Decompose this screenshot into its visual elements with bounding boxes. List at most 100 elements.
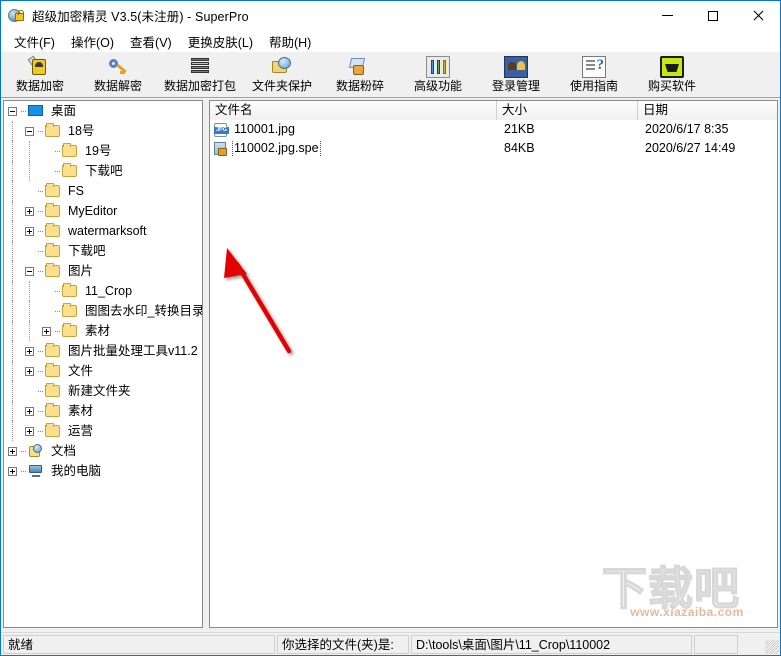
tree-connector [21, 470, 26, 472]
tree-item-1[interactable]: 18号 [4, 121, 202, 141]
folder-icon [45, 423, 61, 438]
tree-guide-line [12, 421, 13, 441]
tree-connector [38, 410, 43, 412]
tree-item-5[interactable]: MyEditor [4, 201, 202, 221]
expand-icon[interactable] [42, 326, 51, 336]
tree-item-14[interactable]: 新建文件夹 [4, 381, 202, 401]
menu-operation[interactable]: 操作(O) [64, 30, 123, 53]
collapse-icon[interactable] [25, 266, 34, 276]
file-size-cell: 21KB [504, 122, 535, 136]
folder-icon [45, 383, 61, 398]
toolbar-button-decrypt[interactable]: 数据解密 [79, 54, 157, 97]
tree-item-17[interactable]: 文档 [4, 441, 202, 461]
minimize-icon [662, 15, 673, 16]
collapse-icon[interactable] [8, 106, 17, 116]
file-list-pane[interactable]: 文件名 大小 日期 110001.jpg 21KB 2020/6/17 8:35… [209, 100, 778, 628]
file-date-cell: 2020/6/27 14:49 [645, 141, 736, 155]
table-row[interactable]: 110001.jpg 21KB 2020/6/17 8:35 [210, 120, 777, 139]
tree-item-label: 素材 [68, 404, 94, 418]
folder-icon [45, 183, 61, 198]
file-name-text: 110002.jpg.spe [232, 140, 321, 157]
tree-guide-line [29, 301, 30, 321]
menu-bar: 文件(F) 操作(O) 查看(V) 更换皮肤(L) 帮助(H) [1, 30, 780, 52]
folder-icon [45, 403, 61, 418]
lock-person-icon [27, 55, 52, 78]
folder-tree[interactable]: 桌面 18号 19号 下载吧 FS MyEditor watermarksoft 下载吧 图片 1… [3, 100, 203, 628]
close-button[interactable] [735, 1, 780, 30]
tree-connector [38, 390, 43, 392]
expand-icon[interactable] [25, 206, 34, 216]
tree-item-2[interactable]: 19号 [4, 141, 202, 161]
tree-item-11[interactable]: 素材 [4, 321, 202, 341]
tree-item-16[interactable]: 运营 [4, 421, 202, 441]
tree-item-7[interactable]: 下载吧 [4, 241, 202, 261]
column-size[interactable]: 大小 [497, 101, 638, 120]
tree-item-label: 桌面 [51, 104, 77, 118]
toolbar-button-encrypt-package[interactable]: 数据加密打包 [157, 54, 243, 97]
tree-guide-line [12, 361, 13, 381]
menu-skin[interactable]: 更换皮肤(L) [181, 30, 262, 53]
expand-icon[interactable] [25, 226, 34, 236]
tree-item-label: watermarksoft [68, 224, 147, 238]
key-icon [106, 56, 130, 78]
tree-guide-line [12, 161, 13, 181]
jpg-file-icon [213, 122, 229, 138]
toolbar-button-login-manage[interactable]: 登录管理 [477, 54, 555, 97]
toolbar-button-guide[interactable]: ? 使用指南 [555, 54, 633, 97]
tree-item-9[interactable]: 11_Crop [4, 281, 202, 301]
tree-item-label: 18号 [68, 124, 95, 138]
resize-grip-icon[interactable] [765, 640, 779, 654]
menu-view[interactable]: 查看(V) [123, 30, 181, 53]
tree-item-12[interactable]: 图片批量处理工具v11.2 [4, 341, 202, 361]
folder-icon [45, 343, 61, 358]
collapse-icon[interactable] [25, 126, 34, 136]
toolbar-button-buy[interactable]: 购买软件 [633, 54, 711, 97]
column-filename[interactable]: 文件名 [210, 101, 497, 120]
toolbar-button-shred[interactable]: 数据粉碎 [321, 54, 399, 97]
tree-item-18[interactable]: 我的电脑 [4, 461, 202, 481]
file-date-cell: 2020/6/17 8:35 [645, 122, 729, 136]
table-row[interactable]: 110002.jpg.spe 84KB 2020/6/27 14:49 [210, 139, 777, 158]
column-date[interactable]: 日期 [638, 101, 777, 120]
expand-icon[interactable] [25, 426, 34, 436]
toolbar-button-advanced[interactable]: 高级功能 [399, 54, 477, 97]
toolbar-label: 文件夹保护 [251, 79, 312, 93]
expand-icon[interactable] [25, 366, 34, 376]
status-ready: 就绪 [3, 634, 275, 654]
toolbar-label: 高级功能 [413, 79, 462, 93]
file-name-cell: 110002.jpg.spe [210, 140, 497, 157]
menu-file[interactable]: 文件(F) [7, 30, 64, 53]
tree-connector [38, 210, 43, 212]
title-bar: 超级加密精灵 V3.5(未注册) - SuperPro [1, 1, 780, 30]
tree-connector [55, 330, 60, 332]
file-name-text: 110001.jpg [234, 122, 295, 136]
toolbar-button-folder-protect[interactable]: 文件夹保护 [243, 54, 321, 97]
tree-item-4[interactable]: FS [4, 181, 202, 201]
expand-icon[interactable] [8, 466, 17, 476]
tree-item-15[interactable]: 素材 [4, 401, 202, 421]
tree-guide-line [12, 261, 13, 281]
tree-toggle-placeholder [42, 147, 51, 156]
tree-item-6[interactable]: watermarksoft [4, 221, 202, 241]
tree-connector [55, 310, 60, 312]
tree-connector [38, 130, 43, 132]
tree-item-13[interactable]: 文件 [4, 361, 202, 381]
tree-item-10[interactable]: 图图去水印_转换目录 [4, 301, 202, 321]
folder-icon [45, 223, 61, 238]
maximize-button[interactable] [690, 1, 735, 30]
minimize-button[interactable] [645, 1, 690, 30]
tree-item-0[interactable]: 桌面 [4, 101, 202, 121]
tree-guide-line [12, 401, 13, 421]
expand-icon[interactable] [8, 446, 17, 456]
tree-item-label: 下载吧 [85, 164, 123, 178]
expand-icon[interactable] [25, 406, 34, 416]
toolbar-button-encrypt[interactable]: 数据加密 [1, 54, 79, 97]
tree-toggle-placeholder [42, 167, 51, 176]
menu-help[interactable]: 帮助(H) [262, 30, 320, 53]
toolbar-label: 购买软件 [647, 79, 696, 93]
tree-item-label: 19号 [85, 144, 112, 158]
tree-item-8[interactable]: 图片 [4, 261, 202, 281]
folder-icon [62, 303, 78, 318]
expand-icon[interactable] [25, 346, 34, 356]
tree-item-3[interactable]: 下载吧 [4, 161, 202, 181]
